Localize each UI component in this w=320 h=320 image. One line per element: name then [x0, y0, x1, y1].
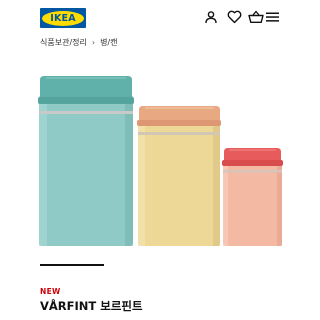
tin-medium-yellow: [137, 106, 221, 246]
tin-large-teal: [38, 76, 134, 246]
user-icon[interactable]: [202, 8, 220, 26]
breadcrumb-item-jars-tins[interactable]: 병/캔: [100, 37, 117, 48]
logo-text: IKEA: [50, 12, 76, 24]
heart-icon[interactable]: [225, 8, 243, 26]
top-header: IKEA: [0, 0, 320, 34]
logo-oval: IKEA: [42, 10, 84, 26]
product-name: VÅRFINT 보르핀트: [40, 299, 143, 313]
menu-icon[interactable]: [263, 8, 281, 26]
breadcrumb-separator-icon: ›: [91, 37, 96, 47]
ikea-logo[interactable]: IKEA: [40, 8, 86, 28]
tin-small-pink: [222, 148, 283, 246]
image-carousel-indicator: [40, 264, 104, 266]
breadcrumb-item-food-storage[interactable]: 식품보관/정리: [40, 37, 87, 48]
breadcrumb: 식품보관/정리 › 병/캔: [40, 35, 117, 49]
product-page: IKEA 식품보관/정리 › 병/캔 NEW VÅRFINT 보르핀트: [0, 0, 320, 320]
new-badge: NEW: [40, 287, 61, 296]
product-image[interactable]: [0, 60, 320, 250]
